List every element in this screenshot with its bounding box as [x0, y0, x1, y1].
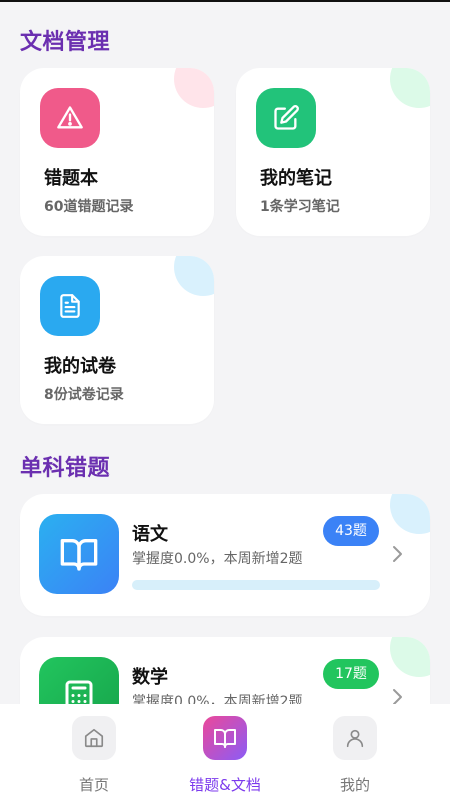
nav-label: 我的 [339, 776, 370, 794]
doc-card-notes[interactable]: 我的笔记 1条学习笔记 [236, 68, 430, 236]
card-corner-decoration [390, 637, 430, 677]
open-book-icon [39, 514, 119, 594]
user-icon [333, 716, 377, 760]
chevron-right-icon [390, 544, 404, 568]
subject-name: 语文 [132, 524, 168, 545]
doc-card-subtitle: 60道错题记录 [44, 199, 134, 215]
subject-count-badge: 17题 [323, 659, 379, 689]
section-title-subjects: 单科错题 [20, 456, 111, 481]
home-icon [72, 716, 116, 760]
subject-name: 数学 [132, 667, 168, 688]
doc-card-exams[interactable]: 我的试卷 8份试卷记录 [20, 256, 214, 424]
subject-card-chinese[interactable]: 语文 掌握度0.0%，本周新增2题 43题 [20, 494, 430, 616]
warning-triangle-icon [40, 88, 100, 148]
card-corner-decoration [174, 68, 214, 108]
doc-card-subtitle: 8份试卷记录 [44, 387, 124, 403]
nav-label: 首页 [78, 776, 109, 794]
doc-card-title: 我的试卷 [44, 356, 116, 377]
card-corner-decoration [390, 68, 430, 108]
status-bar-line [0, 0, 450, 2]
bottom-navigation: 首页 错题&文档 我的 [0, 704, 450, 800]
card-corner-decoration [390, 494, 430, 534]
nav-item-mistakes-docs[interactable]: 错题&文档 [170, 716, 280, 795]
card-corner-decoration [174, 256, 214, 296]
nav-label: 错题&文档 [189, 776, 261, 794]
doc-card-title: 错题本 [44, 168, 98, 189]
doc-card-title: 我的笔记 [260, 168, 332, 189]
edit-pencil-icon [256, 88, 316, 148]
document-icon [40, 276, 100, 336]
section-title-docs: 文档管理 [20, 30, 111, 55]
subject-count-badge: 43题 [323, 516, 379, 546]
book-icon [203, 716, 247, 760]
nav-item-profile[interactable]: 我的 [300, 716, 410, 795]
mastery-progress-bar [132, 580, 380, 590]
doc-card-subtitle: 1条学习笔记 [260, 199, 340, 215]
subject-meta: 掌握度0.0%，本周新增2题 [132, 551, 303, 567]
doc-card-mistakes[interactable]: 错题本 60道错题记录 [20, 68, 214, 236]
nav-item-home[interactable]: 首页 [39, 716, 149, 795]
